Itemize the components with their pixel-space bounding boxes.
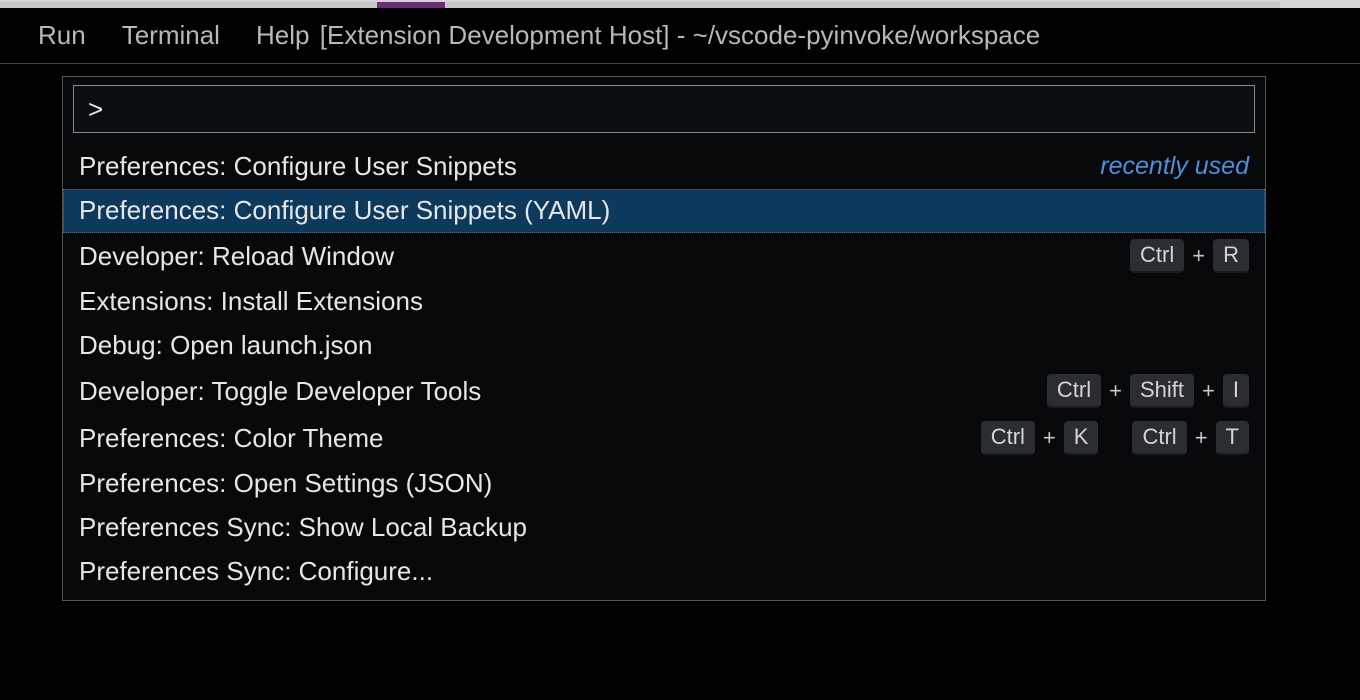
keybind-key: T [1216,421,1249,455]
menu-terminal[interactable]: Terminal [104,14,238,57]
command-item-label: Extensions: Install Extensions [79,286,423,317]
command-item[interactable]: Preferences: Configure User Snippets (YA… [63,189,1265,233]
keybind-key: Ctrl [1130,239,1184,273]
command-input[interactable] [73,85,1255,133]
command-item-label: Developer: Toggle Developer Tools [79,376,481,407]
keybind-plus: + [1200,378,1217,404]
keybind: Ctrl +T [1132,421,1249,455]
command-item-label: Debug: Open launch.json [79,330,372,361]
command-item-right: Ctrl+R [1130,239,1249,273]
command-palette: Preferences: Configure User Snippets rece… [62,76,1266,601]
command-item-label: Preferences Sync: Configure... [79,556,433,587]
command-list: Preferences: Configure User Snippets rece… [63,141,1265,600]
command-item[interactable]: Preferences: Configure User Snippets rece… [63,145,1265,189]
command-input-wrap [63,77,1265,141]
command-item-right: Ctrl+Shift+I [1047,374,1249,408]
keybind-key: I [1223,374,1249,408]
command-item-label: Preferences: Open Settings (JSON) [79,468,492,499]
keybind-plus: + [1193,425,1210,451]
keybind-plus: + [1107,378,1124,404]
recently-used-label: recently used [1100,152,1249,181]
command-item-label: Preferences: Configure User Snippets [79,151,517,182]
command-item[interactable]: Preferences: Color ThemeCtrl+KCtrl+T [63,415,1265,462]
menu-help[interactable]: Help [238,14,327,57]
command-item[interactable]: Developer: Toggle Developer ToolsCtrl+Sh… [63,368,1265,415]
command-item[interactable]: Developer: Reload Window Ctrl+R [63,233,1265,280]
command-item-right: Ctrl+KCtrl+T [981,421,1249,455]
keybind-key: R [1213,239,1249,273]
keybind: Ctrl+Shift+I [1047,374,1249,408]
command-item-label: Developer: Reload Window [79,241,394,272]
command-item[interactable]: Preferences: Open Settings (JSON) [63,462,1265,506]
command-item[interactable]: Preferences Sync: Show Local Backup [63,506,1265,550]
window-title: [Extension Development Host] - ~/vscode-… [320,20,1040,51]
window-chrome-top [0,0,1360,8]
keybind: Ctrl+K [981,421,1099,455]
menu-run[interactable]: Run [20,14,104,57]
keybind-key: Ctrl [981,421,1035,455]
menubar: Run Terminal Help [Extension Development… [0,8,1360,64]
command-item-label: Preferences: Configure User Snippets (YA… [79,195,610,226]
keybind-key: Ctrl [1132,421,1186,455]
keybind-key: Ctrl [1047,374,1101,408]
keybind-plus: + [1041,425,1058,451]
keybind: Ctrl+R [1130,239,1249,273]
keybind-plus: + [1190,243,1207,269]
command-item-right: recently used [1100,152,1249,181]
command-item-label: Preferences Sync: Show Local Backup [79,512,527,543]
keybind-key: Shift [1130,374,1194,408]
command-item[interactable]: Extensions: Install Extensions [63,280,1265,324]
command-item[interactable]: Debug: Open launch.json [63,324,1265,368]
command-item[interactable]: Preferences Sync: Configure... [63,550,1265,594]
keybind-key: K [1064,421,1099,455]
command-item-label: Preferences: Color Theme [79,423,383,454]
